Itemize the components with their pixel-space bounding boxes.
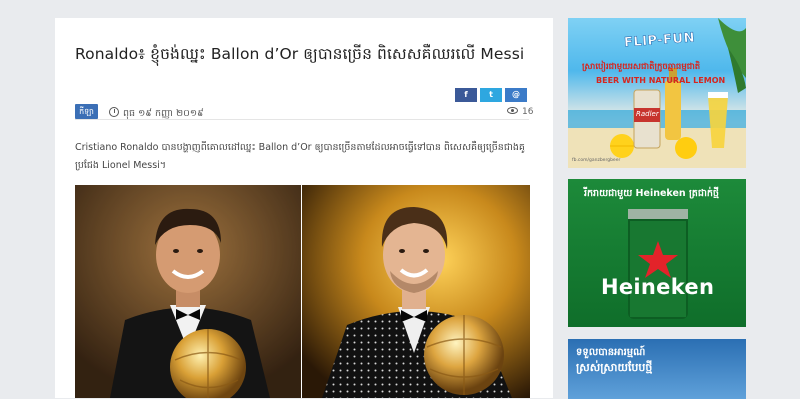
eye-icon <box>507 107 518 114</box>
ad-beer-tagline: BEER WITH NATURAL LEMON <box>596 76 726 85</box>
photo-ronaldo-illustration <box>75 185 301 398</box>
ad-heineken-banner[interactable]: រីករាយជាមួយ Heineken ត្រជាក់ថ្មី Heineke… <box>568 179 746 327</box>
category-badge[interactable]: កីឡា <box>75 104 98 119</box>
facebook-share-button[interactable]: f <box>455 88 477 102</box>
ad-third-banner[interactable]: ទទួលបានអារម្មណ៍ ស្រស់ស្រាយបែបថ្មី <box>568 339 746 399</box>
email-icon: @ <box>512 90 520 99</box>
photo-ronaldo <box>75 185 301 398</box>
photo-messi-illustration <box>302 185 530 398</box>
article-title[interactable]: Ronaldo៖ ខ្ញុំចង់ឈ្នះ Ballon d’Or ឲ្យបាន… <box>75 44 545 67</box>
article-excerpt: Cristiano Ronaldo បានបង្ហាញពីគោលដៅឈ្នះ B… <box>75 142 525 171</box>
view-count: 16 <box>507 107 533 117</box>
ad-beer-banner[interactable]: FLIP-FUN ស្រាបៀរជាមួយរសជាតិក្រូចឆ្មាធម្ម… <box>568 18 746 168</box>
facebook-icon: f <box>464 90 468 99</box>
ad-beer-product: Radler <box>636 110 659 118</box>
ad-beer-site: fb.com/ganzbergbeer <box>572 158 621 163</box>
clock-icon <box>109 107 119 117</box>
email-share-button[interactable]: @ <box>505 88 527 102</box>
article-date-text: ពុធ ១៩ កញ្ញា ២០១៩ <box>123 108 204 119</box>
twitter-share-button[interactable]: t <box>480 88 502 102</box>
twitter-icon: t <box>489 90 493 99</box>
photo-messi <box>302 185 530 398</box>
ad-beer-khmer-line: ស្រាបៀរជាមួយរសជាតិក្រូចឆ្មាធម្មជាតិ <box>582 62 701 72</box>
article-card: Ronaldo៖ ខ្ញុំចង់ឈ្នះ Ballon d’Or ឲ្យបាន… <box>55 18 553 398</box>
ad-third-line2: ស្រស់ស្រាយបែបថ្មី <box>576 361 653 374</box>
view-count-value: 16 <box>522 107 534 117</box>
ad-heineken-brand: Heineken <box>601 275 715 299</box>
ad-heineken-khmer-line: រីករាយជាមួយ Heineken ត្រជាក់ថ្មី <box>584 188 719 199</box>
ad-heineken-illustration <box>628 209 688 319</box>
ad-third-line1: ទទួលបានអារម្មណ៍ <box>576 347 646 358</box>
meta-divider <box>75 119 529 120</box>
